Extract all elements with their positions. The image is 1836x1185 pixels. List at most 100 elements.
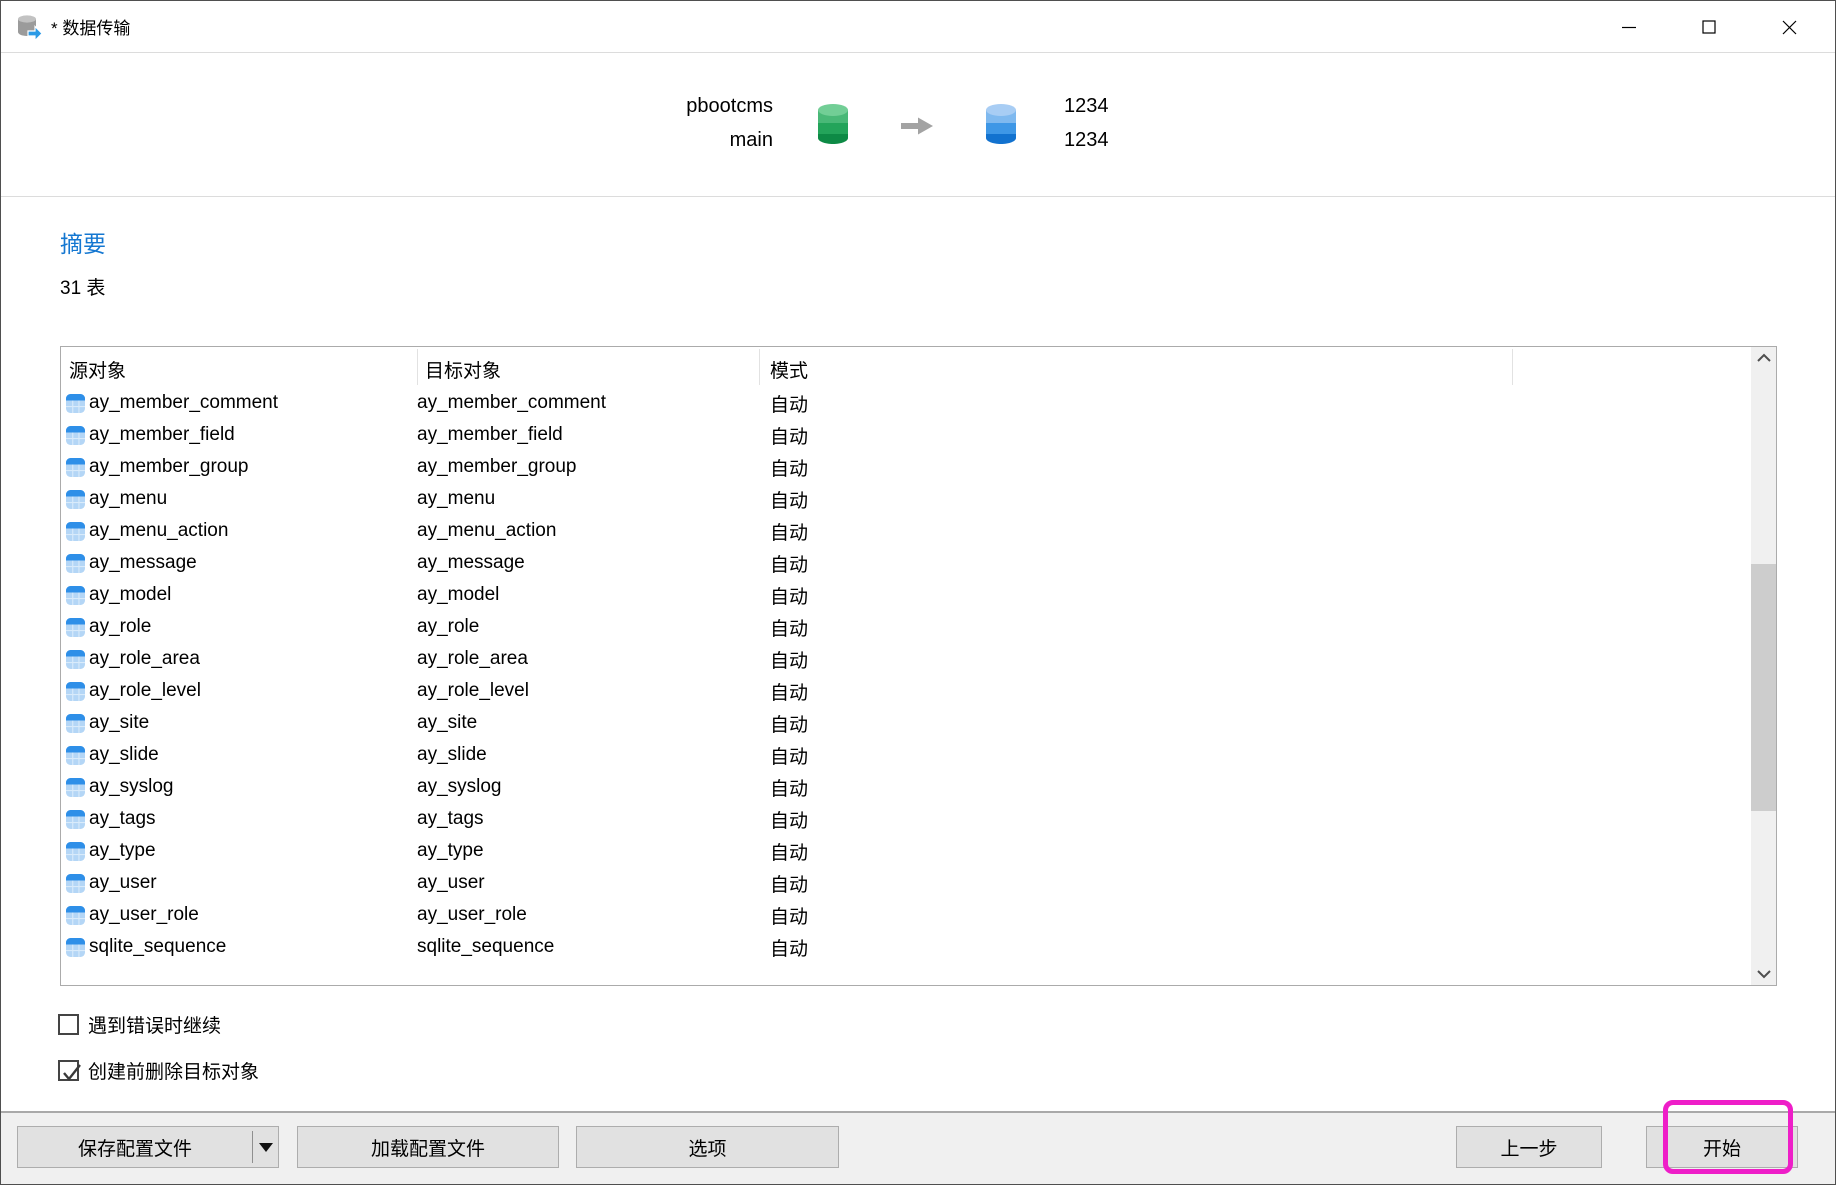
close-icon <box>1781 19 1798 36</box>
mode: 自动 <box>759 678 1751 705</box>
maximize-button[interactable] <box>1669 1 1749 53</box>
table-row[interactable]: sqlite_sequence sqlite_sequence 自动 <box>61 931 1751 963</box>
target-object: ay_menu <box>417 488 759 510</box>
target-connection-name: 1234 <box>1064 89 1364 123</box>
table-row[interactable]: ay_role_area ay_role_area 自动 <box>61 643 1751 675</box>
table-row[interactable]: ay_model ay_model 自动 <box>61 579 1751 611</box>
target-object: ay_role <box>417 616 759 638</box>
target-object: ay_tags <box>417 808 759 830</box>
table-icon <box>65 521 86 542</box>
save-profile-label: 保存配置文件 <box>18 1134 252 1161</box>
table-row[interactable]: ay_member_comment ay_member_comment 自动 <box>61 387 1751 419</box>
scrollbar-thumb[interactable] <box>1751 564 1776 811</box>
source-object: sqlite_sequence <box>89 936 226 958</box>
header-divider <box>1 196 1835 197</box>
data-transfer-dialog: * 数据传输 pbootcms main <box>0 0 1836 1185</box>
scroll-up-button[interactable] <box>1751 347 1776 369</box>
column-header-source[interactable]: 源对象 <box>69 356 126 383</box>
target-object: ay_role_level <box>417 680 759 702</box>
mode: 自动 <box>759 454 1751 481</box>
mode: 自动 <box>759 614 1751 641</box>
mode: 自动 <box>759 582 1751 609</box>
checkbox-box[interactable] <box>58 1014 79 1035</box>
table-row[interactable]: ay_syslog ay_syslog 自动 <box>61 771 1751 803</box>
close-button[interactable] <box>1749 1 1829 53</box>
previous-step-button[interactable]: 上一步 <box>1456 1126 1602 1168</box>
save-profile-button[interactable]: 保存配置文件 <box>17 1126 279 1168</box>
source-object: ay_menu_action <box>89 520 228 542</box>
database-blue-icon <box>984 102 1018 146</box>
start-button[interactable]: 开始 <box>1646 1126 1798 1168</box>
table-row[interactable]: ay_site ay_site 自动 <box>61 707 1751 739</box>
options-button[interactable]: 选项 <box>576 1126 839 1168</box>
source-object: ay_user <box>89 872 157 894</box>
mode: 自动 <box>759 550 1751 577</box>
table-row[interactable]: ay_menu ay_menu 自动 <box>61 483 1751 515</box>
target-object: ay_menu_action <box>417 520 759 542</box>
mode: 自动 <box>759 742 1751 769</box>
tables-count: 31 表 <box>60 273 105 300</box>
table-row[interactable]: ay_menu_action ay_menu_action 自动 <box>61 515 1751 547</box>
target-object: ay_message <box>417 552 759 574</box>
mode: 自动 <box>759 390 1751 417</box>
load-profile-button[interactable]: 加载配置文件 <box>297 1126 559 1168</box>
mode: 自动 <box>759 902 1751 929</box>
table-icon <box>65 777 86 798</box>
continue-on-error-checkbox[interactable]: 遇到错误时继续 <box>58 1011 221 1038</box>
mode: 自动 <box>759 486 1751 513</box>
source-object: ay_role_level <box>89 680 201 702</box>
table-row[interactable]: ay_user ay_user 自动 <box>61 867 1751 899</box>
target-object: ay_user_role <box>417 904 759 926</box>
column-separator <box>417 349 418 385</box>
table-row[interactable]: ay_user_role ay_user_role 自动 <box>61 899 1751 931</box>
table-icon <box>65 681 86 702</box>
column-header-target[interactable]: 目标对象 <box>425 356 501 383</box>
titlebar: * 数据传输 <box>1 1 1835 53</box>
drop-target-before-create-checkbox[interactable]: 创建前删除目标对象 <box>58 1057 259 1084</box>
checkmark-icon <box>59 1060 85 1086</box>
table-row[interactable]: ay_slide ay_slide 自动 <box>61 739 1751 771</box>
target-object: ay_role_area <box>417 648 759 670</box>
minimize-button[interactable] <box>1589 1 1669 53</box>
table-icon <box>65 649 86 670</box>
vertical-scrollbar[interactable] <box>1751 347 1776 985</box>
table-icon <box>65 841 86 862</box>
source-object: ay_tags <box>89 808 156 830</box>
mode: 自动 <box>759 518 1751 545</box>
target-schema-name: 1234 <box>1064 123 1364 157</box>
table-icon <box>65 905 86 926</box>
source-object: ay_type <box>89 840 156 862</box>
table-row[interactable]: ay_message ay_message 自动 <box>61 547 1751 579</box>
table-icon <box>65 617 86 638</box>
mode: 自动 <box>759 934 1751 961</box>
save-profile-dropdown[interactable] <box>253 1143 278 1152</box>
table-row[interactable]: ay_type ay_type 自动 <box>61 835 1751 867</box>
mode: 自动 <box>759 806 1751 833</box>
table-row[interactable]: ay_member_group ay_member_group 自动 <box>61 451 1751 483</box>
checkbox-label: 遇到错误时继续 <box>88 1011 221 1038</box>
target-object: ay_site <box>417 712 759 734</box>
mode: 自动 <box>759 710 1751 737</box>
table-row[interactable]: ay_role_level ay_role_level 自动 <box>61 675 1751 707</box>
source-object: ay_user_role <box>89 904 199 926</box>
table-icon <box>65 457 86 478</box>
target-object: sqlite_sequence <box>417 936 759 958</box>
source-object: ay_menu <box>89 488 167 510</box>
target-object: ay_member_comment <box>417 392 759 414</box>
mode: 自动 <box>759 838 1751 865</box>
source-schema-name: main <box>473 123 773 157</box>
table-row[interactable]: ay_role ay_role 自动 <box>61 611 1751 643</box>
source-object: ay_member_group <box>89 456 248 478</box>
table-row[interactable]: ay_tags ay_tags 自动 <box>61 803 1751 835</box>
table-row[interactable]: ay_member_field ay_member_field 自动 <box>61 419 1751 451</box>
column-header-mode[interactable]: 模式 <box>770 356 808 383</box>
scroll-down-button[interactable] <box>1751 963 1776 985</box>
checkbox-box[interactable] <box>58 1060 79 1081</box>
objects-table: 源对象 目标对象 模式 ay_member_comment ay_member_… <box>60 346 1777 986</box>
table-icon <box>65 873 86 894</box>
source-object: ay_syslog <box>89 776 174 798</box>
table-icon <box>65 553 86 574</box>
target-object: ay_member_group <box>417 456 759 478</box>
table-icon <box>65 585 86 606</box>
target-connection-info: 1234 1234 <box>1064 89 1364 157</box>
